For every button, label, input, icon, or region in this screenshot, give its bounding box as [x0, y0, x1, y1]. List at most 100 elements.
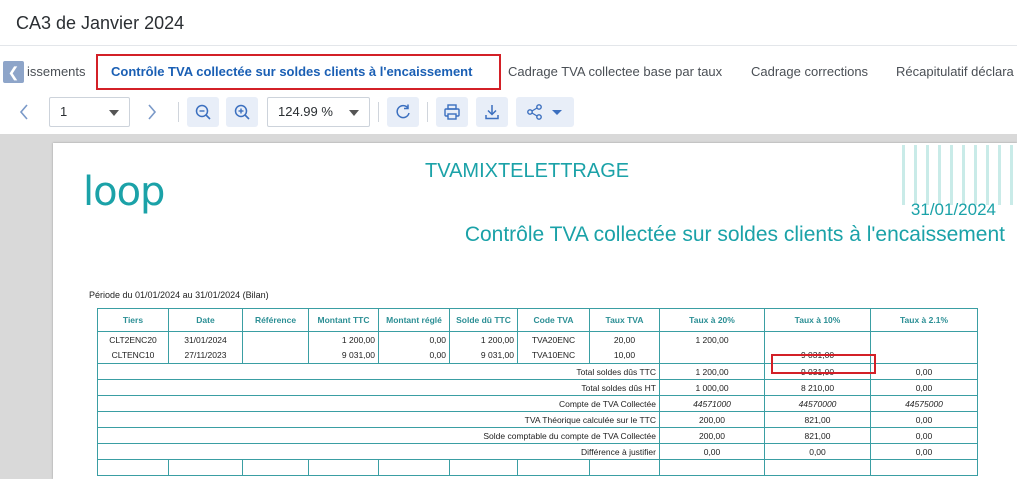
- tab-recapitulatif[interactable]: Récapitulatif déclara: [896, 64, 1014, 79]
- table-row: [97, 459, 978, 476]
- column-header: Montant TTC: [308, 308, 379, 332]
- share-menu-button[interactable]: [516, 97, 574, 127]
- cell-taux-2-1: [870, 331, 978, 348]
- report-title: Contrôle TVA collectée sur soldes client…: [464, 223, 1005, 246]
- column-header: Taux à 20%: [659, 308, 765, 332]
- report-period: Période du 01/01/2024 au 31/01/2024 (Bil…: [89, 290, 269, 300]
- summary-value-20: 0,00: [659, 443, 765, 460]
- column-header: Taux TVA: [589, 308, 660, 332]
- zoom-level-select[interactable]: 124.99 %: [267, 97, 370, 127]
- cell-solde-du-ttc: 1 200,00: [449, 331, 518, 348]
- tab-cadrage-tva-collectee[interactable]: Cadrage TVA collectee base par taux: [508, 64, 722, 79]
- previous-page-button[interactable]: [10, 97, 38, 127]
- cell-taux-20: 1 200,00: [659, 331, 765, 348]
- share-icon: [527, 104, 542, 120]
- summary-label: Compte de TVA Collectée: [97, 395, 660, 412]
- column-header: Code TVA: [517, 308, 590, 332]
- zoom-in-button[interactable]: [226, 97, 258, 127]
- empty-cell: [308, 459, 379, 476]
- column-header: Date: [168, 308, 243, 332]
- report-date: 31/01/2024: [910, 200, 996, 219]
- cell-tiers: CLT2ENC20: [97, 331, 169, 348]
- empty-cell: [168, 459, 243, 476]
- printer-icon: [444, 104, 460, 120]
- column-header: Tiers: [97, 308, 169, 332]
- toolbar-divider: [378, 102, 379, 122]
- empty-cell: [378, 459, 450, 476]
- zoom-level-value: 124.99 %: [278, 104, 333, 119]
- cell-taux-10: [764, 331, 871, 348]
- summary-value-10: 821,00: [764, 427, 871, 444]
- summary-label: Total soldes dûs HT: [97, 379, 660, 396]
- column-header: Taux à 10%: [764, 308, 871, 332]
- summary-value-10: 44570000: [764, 395, 871, 412]
- page-number-value: 1: [60, 104, 68, 119]
- summary-value-20: 44571000: [659, 395, 765, 412]
- cell-reference: [242, 347, 309, 364]
- tab-scroll-left-button[interactable]: ❮: [3, 61, 24, 83]
- summary-value-20: 200,00: [659, 427, 765, 444]
- cell-montant-ttc: 9 031,00: [308, 347, 379, 364]
- cell-code-tva: TVA20ENC: [517, 331, 590, 348]
- table-row: CLT2ENC20 31/01/2024 1 200,00 0,00 1 200…: [97, 331, 978, 348]
- company-logo: loop: [83, 169, 165, 215]
- column-header: Solde dû TTC: [449, 308, 518, 332]
- zoom-out-icon: [195, 104, 211, 120]
- summary-value-10: 8 210,00: [764, 379, 871, 396]
- summary-value-2-1: 0,00: [870, 379, 978, 396]
- empty-cell: [449, 459, 518, 476]
- download-button[interactable]: [476, 97, 508, 127]
- cell-date: 27/11/2023: [168, 347, 243, 364]
- tab-cadrage-corrections[interactable]: Cadrage corrections: [751, 64, 868, 79]
- empty-cell: [870, 459, 978, 476]
- company-name: TVAMIXTELETTRAGE: [425, 160, 630, 182]
- cell-date: 31/01/2024: [168, 331, 243, 348]
- column-header: Taux à 2.1%: [870, 308, 978, 332]
- summary-value-20: 200,00: [659, 411, 765, 428]
- summary-value-10: 821,00: [764, 411, 871, 428]
- table-header-row: Tiers Date Référence Montant TTC Montant…: [97, 308, 978, 332]
- cell-reference: [242, 331, 309, 348]
- summary-value-2-1: 0,00: [870, 443, 978, 460]
- cell-code-tva: TVA10ENC: [517, 347, 590, 364]
- cell-montant-ttc: 1 200,00: [308, 331, 379, 348]
- summary-label: Total soldes dûs TTC: [97, 363, 660, 380]
- toolbar-divider: [427, 102, 428, 122]
- summary-row: Total soldes dûs HT 1 000,00 8 210,00 0,…: [97, 379, 978, 396]
- empty-cell: [764, 459, 871, 476]
- empty-cell: [97, 459, 169, 476]
- pdf-viewer-area[interactable]: loop TVAMIXTELETTRAGE 31/01/2024 Contrôl…: [0, 134, 1017, 479]
- next-page-button[interactable]: [138, 97, 166, 127]
- zoom-in-icon: [234, 104, 250, 120]
- cell-tiers: CLTENC10: [97, 347, 169, 364]
- summary-value-2-1: 0,00: [870, 427, 978, 444]
- cell-highlight-box: [771, 354, 876, 374]
- empty-cell: [517, 459, 590, 476]
- vat-control-table: Tiers Date Référence Montant TTC Montant…: [97, 308, 978, 476]
- summary-label: TVA Théorique calculée sur le TTC: [97, 411, 660, 428]
- summary-row: Différence à justifier 0,00 0,00 0,00: [97, 443, 978, 460]
- cell-solde-du-ttc: 9 031,00: [449, 347, 518, 364]
- summary-value-20: 1 000,00: [659, 379, 765, 396]
- column-header: Montant réglé: [378, 308, 450, 332]
- summary-value-2-1: 44575000: [870, 395, 978, 412]
- decorative-stripes: [902, 145, 1013, 205]
- column-header: Référence: [242, 308, 309, 332]
- cell-taux-20: [659, 347, 765, 364]
- chevron-right-icon: [148, 104, 157, 120]
- summary-value-2-1: 0,00: [870, 411, 978, 428]
- summary-row: Compte de TVA Collectée 44571000 4457000…: [97, 395, 978, 412]
- summary-row: TVA Théorique calculée sur le TTC 200,00…: [97, 411, 978, 428]
- page-title: CA3 de Janvier 2024: [16, 13, 185, 33]
- empty-cell: [242, 459, 309, 476]
- empty-cell: [589, 459, 660, 476]
- refresh-button[interactable]: [387, 97, 419, 127]
- pdf-page: loop TVAMIXTELETTRAGE 31/01/2024 Contrôl…: [53, 143, 1017, 479]
- tab-etablissements[interactable]: issements: [27, 64, 86, 79]
- page-number-select[interactable]: 1: [49, 97, 130, 127]
- summary-label: Différence à justifier: [97, 443, 660, 460]
- chevron-down-icon: [109, 110, 119, 116]
- refresh-icon: [396, 104, 410, 119]
- print-button[interactable]: [436, 97, 468, 127]
- zoom-out-button[interactable]: [187, 97, 219, 127]
